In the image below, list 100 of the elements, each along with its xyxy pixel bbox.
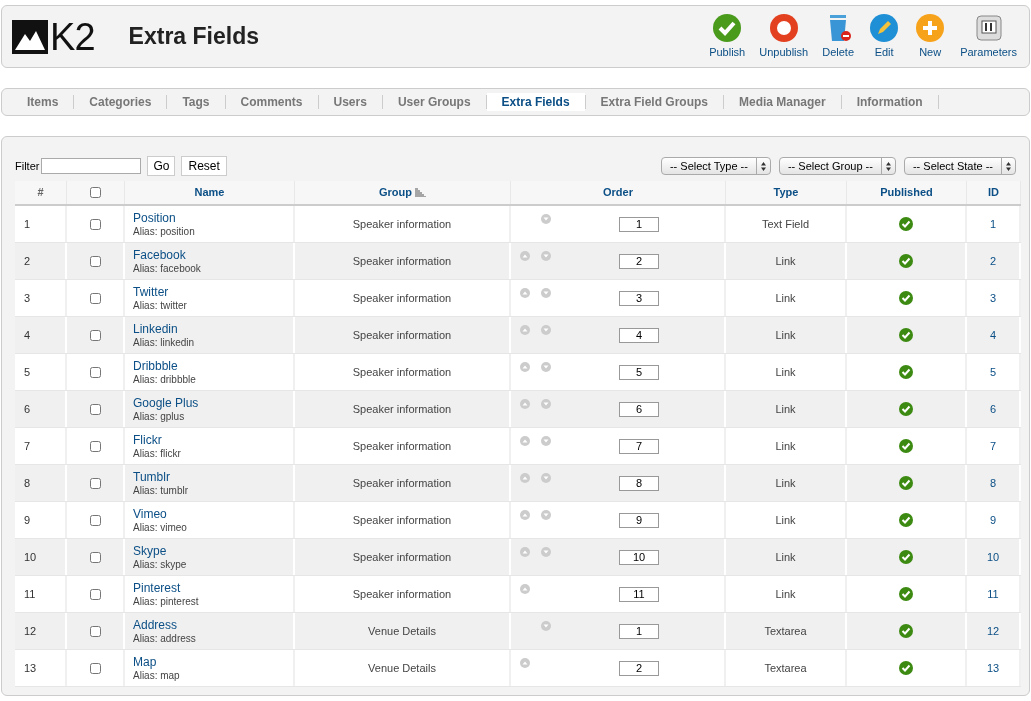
check-icon[interactable] xyxy=(899,550,913,564)
nav-tab[interactable]: Extra Fields xyxy=(486,93,585,111)
row-number: 5 xyxy=(24,364,31,380)
field-name-link[interactable]: Position xyxy=(133,210,176,225)
row-checkbox[interactable] xyxy=(89,514,101,526)
field-name-link[interactable]: Dribbble xyxy=(133,358,178,373)
group-name: Speaker information xyxy=(352,327,452,343)
field-name-link[interactable]: Address xyxy=(133,617,178,632)
row-checkbox[interactable] xyxy=(89,477,101,489)
order-input[interactable]: 11 xyxy=(619,586,659,602)
row-checkbox[interactable] xyxy=(89,366,101,378)
order-input[interactable]: 10 xyxy=(619,549,659,565)
select-dropdown[interactable]: -- Select Group -- xyxy=(778,157,896,175)
field-name-link[interactable]: Tumblr xyxy=(133,469,170,484)
field-name-link[interactable]: Pinterest xyxy=(133,580,181,595)
row-checkbox[interactable] xyxy=(89,403,101,415)
row-number: 3 xyxy=(24,290,31,306)
row-checkbox[interactable] xyxy=(89,625,101,637)
check-icon[interactable] xyxy=(899,254,913,268)
nav-tab[interactable]: Comments xyxy=(225,93,318,111)
check-icon[interactable] xyxy=(899,328,913,342)
order-input[interactable]: 2 xyxy=(619,660,659,676)
order-input[interactable]: 8 xyxy=(619,475,659,491)
field-name-link[interactable]: Twitter xyxy=(133,284,169,299)
nav-tab[interactable]: Users xyxy=(318,93,382,111)
check-icon[interactable] xyxy=(899,587,913,601)
group-name: Speaker information xyxy=(352,512,452,528)
check-icon[interactable] xyxy=(899,661,913,675)
order-input[interactable]: 1 xyxy=(619,216,659,232)
check-icon[interactable] xyxy=(899,439,913,453)
check-icon[interactable] xyxy=(899,513,913,527)
group-name: Speaker information xyxy=(352,216,452,232)
order-input[interactable]: 1 xyxy=(619,623,659,639)
row-number: 8 xyxy=(24,475,31,491)
group-name: Speaker information xyxy=(352,253,452,269)
check-icon[interactable] xyxy=(899,217,913,231)
nav-tab[interactable]: Information xyxy=(841,93,938,111)
field-type: Link xyxy=(775,586,796,602)
field-type: Textarea xyxy=(764,660,807,676)
column-header[interactable]: Published xyxy=(847,181,967,204)
row-checkbox[interactable] xyxy=(89,255,101,267)
column-header[interactable]: Type xyxy=(726,181,847,204)
nav-tab[interactable]: Extra Field Groups xyxy=(585,93,723,111)
order-input[interactable]: 9 xyxy=(619,512,659,528)
order-input[interactable]: 7 xyxy=(619,438,659,454)
nav-tab[interactable]: User Groups xyxy=(382,93,486,111)
nav-tab[interactable]: Media Manager xyxy=(723,93,841,111)
select-dropdown[interactable]: -- Select State -- xyxy=(903,157,1016,175)
field-name-link[interactable]: Linkedin xyxy=(133,321,178,336)
row-checkbox[interactable] xyxy=(89,551,101,563)
row-number: 1 xyxy=(24,216,31,232)
order-input[interactable]: 6 xyxy=(619,401,659,417)
column-header[interactable]: # xyxy=(15,181,67,204)
row-checkbox[interactable] xyxy=(89,588,101,600)
nav-tab[interactable]: Categories xyxy=(74,93,167,111)
column-header[interactable]: Order xyxy=(511,181,726,204)
field-name-link[interactable]: Facebook xyxy=(133,247,186,262)
field-name-link[interactable]: Vimeo xyxy=(133,506,167,521)
logo-text: K2 xyxy=(50,17,95,56)
order-input[interactable]: 5 xyxy=(619,364,659,380)
check-icon[interactable] xyxy=(899,365,913,379)
field-type: Link xyxy=(775,401,796,417)
nav-tab[interactable]: Items xyxy=(12,93,74,111)
field-name-link[interactable]: Flickr xyxy=(133,432,162,447)
check-icon[interactable] xyxy=(899,291,913,305)
new-button[interactable]: New xyxy=(908,12,953,61)
order-input[interactable]: 2 xyxy=(619,253,659,269)
unpublish-button[interactable]: Unpublish xyxy=(753,12,815,61)
delete-button[interactable]: Delete xyxy=(816,12,861,61)
field-name-link[interactable]: Google Plus xyxy=(133,395,199,410)
row-checkbox[interactable] xyxy=(89,662,101,674)
column-header[interactable]: ID xyxy=(967,181,1021,204)
go-button[interactable]: Go xyxy=(147,156,176,176)
pencil-icon xyxy=(869,12,900,43)
column-header[interactable]: Group xyxy=(295,181,511,204)
filter-input[interactable] xyxy=(41,158,142,174)
field-type: Text Field xyxy=(761,216,810,232)
alias-text: Alias: tumblr xyxy=(133,483,188,497)
field-name-link[interactable]: Map xyxy=(133,654,157,669)
column-header[interactable]: Name xyxy=(125,181,295,204)
check-icon[interactable] xyxy=(899,476,913,490)
check-icon[interactable] xyxy=(899,624,913,638)
check-icon[interactable] xyxy=(899,402,913,416)
sort-icon[interactable] xyxy=(415,188,426,197)
updown-icon xyxy=(760,161,766,171)
edit-button[interactable]: Edit xyxy=(862,12,907,61)
reset-button[interactable]: Reset xyxy=(181,156,227,176)
parameters-button[interactable]: Parameters xyxy=(954,12,1023,61)
order-input[interactable]: 4 xyxy=(619,327,659,343)
row-checkbox[interactable] xyxy=(89,218,101,230)
select-all-checkbox[interactable] xyxy=(90,187,101,198)
row-checkbox[interactable] xyxy=(89,292,101,304)
nav-tab[interactable]: Tags xyxy=(167,93,225,111)
select-dropdown[interactable]: -- Select Type -- xyxy=(660,157,771,175)
row-checkbox[interactable] xyxy=(89,329,101,341)
field-type: Link xyxy=(775,253,796,269)
publish-button[interactable]: Publish xyxy=(703,12,752,61)
order-input[interactable]: 3 xyxy=(619,290,659,306)
row-checkbox[interactable] xyxy=(89,440,101,452)
field-name-link[interactable]: Skype xyxy=(133,543,167,558)
